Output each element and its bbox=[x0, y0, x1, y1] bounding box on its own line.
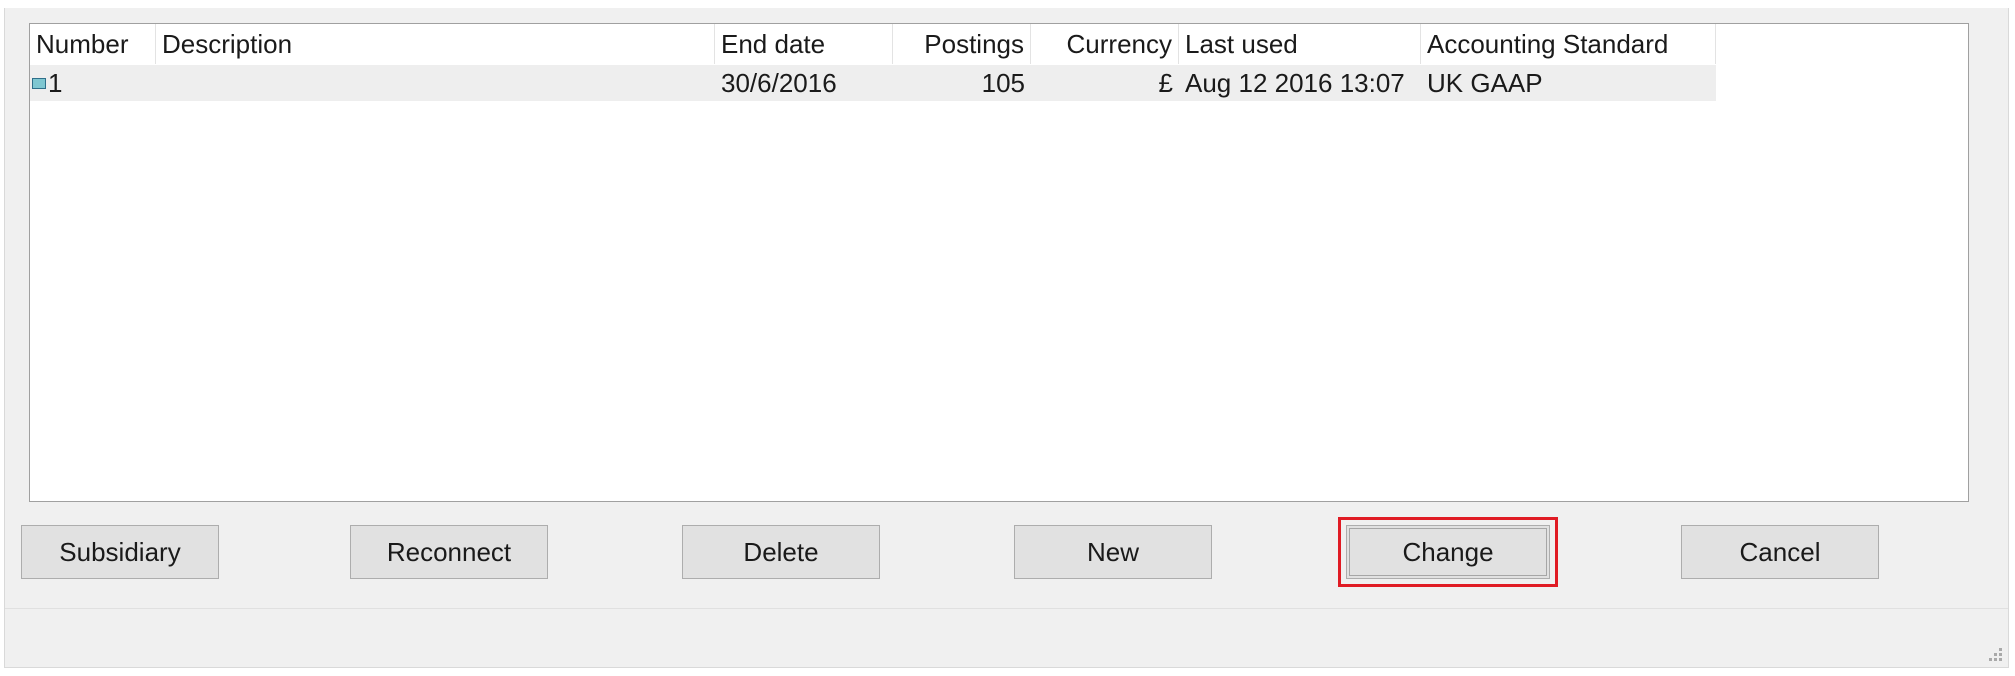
company-list[interactable]: Number Description End date Postings Cur… bbox=[29, 23, 1969, 502]
company-selection-dialog: Number Description End date Postings Cur… bbox=[4, 8, 2009, 668]
column-header-description[interactable]: Description bbox=[156, 24, 715, 64]
change-button[interactable]: Change bbox=[1346, 525, 1550, 579]
cell-number: 1 bbox=[30, 65, 156, 101]
column-header-end-date[interactable]: End date bbox=[715, 24, 893, 64]
cancel-button[interactable]: Cancel bbox=[1681, 525, 1879, 579]
column-header-accounting-standard[interactable]: Accounting Standard bbox=[1421, 24, 1716, 64]
cell-last-used: Aug 12 2016 13:07 bbox=[1185, 68, 1405, 98]
cell-accounting-standard: UK GAAP bbox=[1427, 68, 1543, 98]
resize-grip-icon[interactable] bbox=[1984, 643, 2002, 661]
delete-button[interactable]: Delete bbox=[682, 525, 880, 579]
column-header-number[interactable]: Number bbox=[30, 24, 156, 64]
cell-number-value: 1 bbox=[48, 68, 63, 98]
cell-postings: 105 bbox=[981, 68, 1025, 98]
column-header-currency[interactable]: Currency bbox=[1031, 24, 1179, 64]
list-header: Number Description End date Postings Cur… bbox=[30, 24, 1716, 64]
cell-description bbox=[156, 65, 715, 101]
new-button[interactable]: New bbox=[1014, 525, 1212, 579]
status-bar-separator bbox=[5, 608, 2008, 609]
table-row[interactable]: 1 30/6/2016 105 £ Aug 12 2016 13:07 UK G… bbox=[30, 65, 1716, 101]
column-header-last-used[interactable]: Last used bbox=[1179, 24, 1421, 64]
cell-end-date: 30/6/2016 bbox=[721, 68, 837, 98]
subsidiary-button[interactable]: Subsidiary bbox=[21, 525, 219, 579]
company-file-icon bbox=[32, 77, 46, 89]
column-header-postings[interactable]: Postings bbox=[893, 24, 1031, 64]
reconnect-button[interactable]: Reconnect bbox=[350, 525, 548, 579]
cell-currency: £ bbox=[1158, 68, 1173, 98]
